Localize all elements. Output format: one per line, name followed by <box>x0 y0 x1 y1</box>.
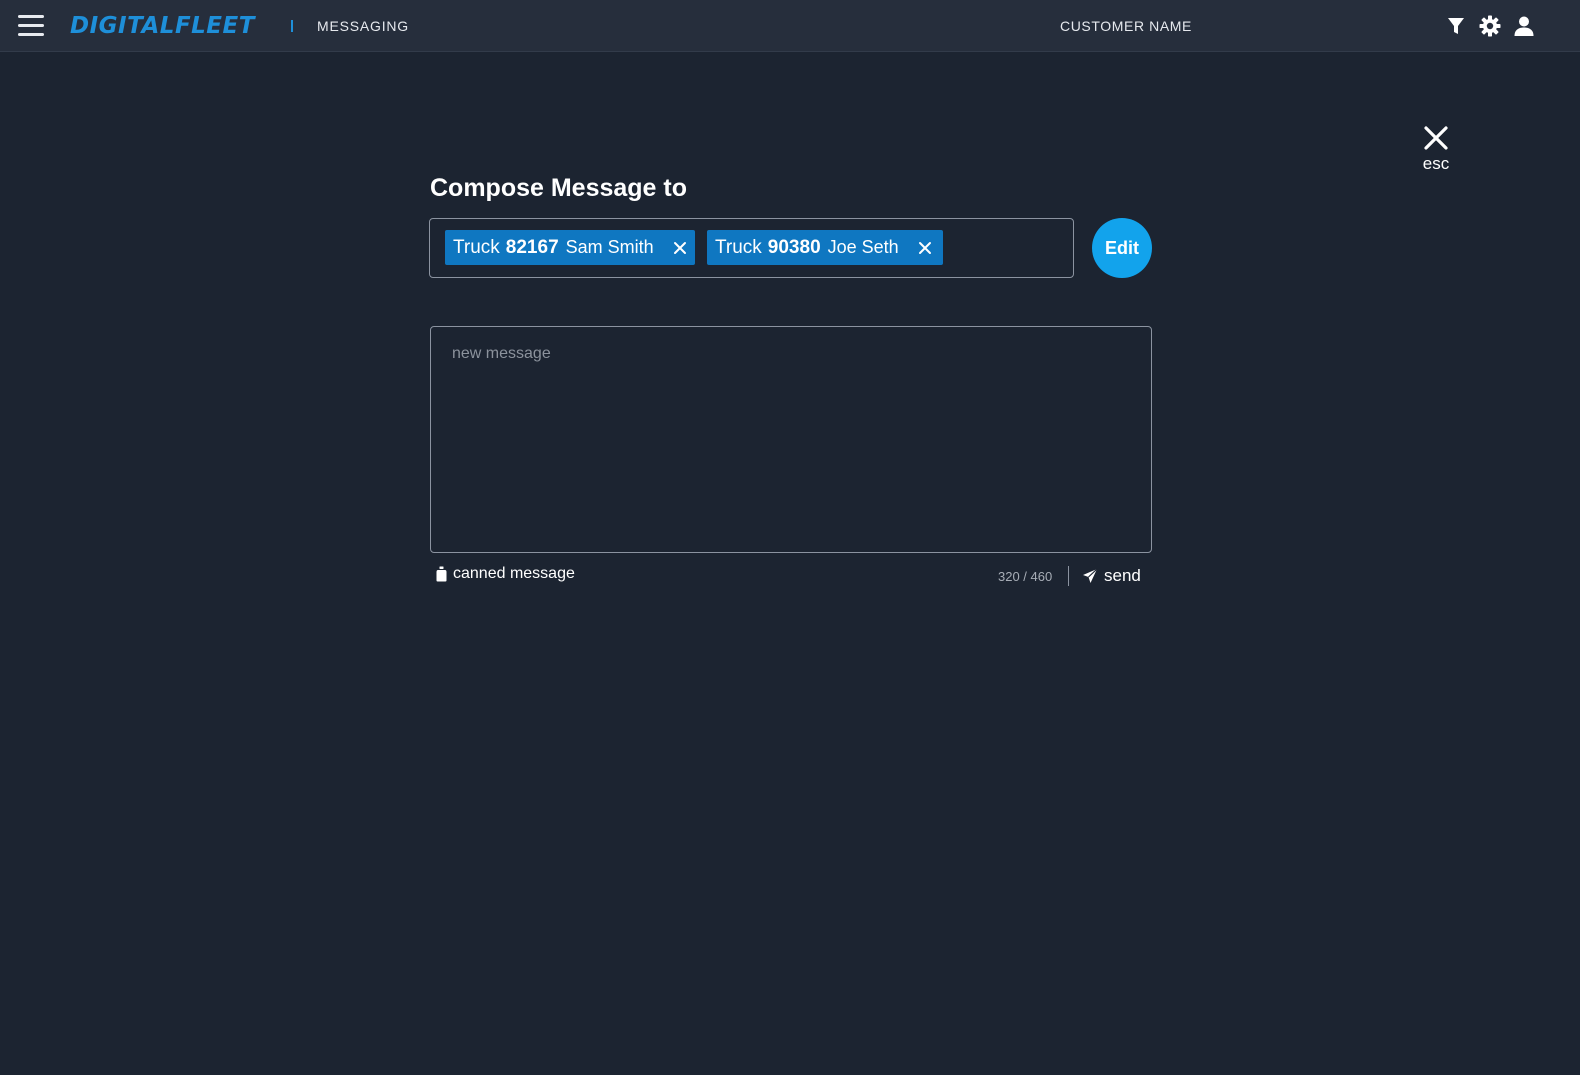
footer-divider <box>1068 566 1069 586</box>
message-input[interactable] <box>430 326 1152 553</box>
recipient-driver: Joe Seth <box>827 237 899 257</box>
recipients-field[interactable]: Truck 82167 Sam Smith Truck 90380 Joe Se… <box>429 218 1074 278</box>
remove-recipient-button[interactable] <box>911 230 939 265</box>
filter-icon[interactable] <box>1444 14 1468 38</box>
recipient-chip: Truck 90380 Joe Seth <box>707 230 943 265</box>
brand-logo: DIGITALFLEET <box>70 13 255 39</box>
send-button[interactable]: send <box>1082 566 1141 586</box>
edit-recipients-button[interactable]: Edit <box>1092 218 1152 278</box>
send-icon <box>1083 568 1098 583</box>
user-icon[interactable] <box>1512 14 1536 38</box>
recipient-chip: Truck 82167 Sam Smith <box>445 230 695 265</box>
close-icon <box>918 241 931 254</box>
gear-icon[interactable] <box>1478 14 1502 38</box>
section-title: MESSAGING <box>317 18 409 34</box>
recipient-prefix: Truck <box>715 236 762 258</box>
canned-message-button[interactable]: canned message <box>436 565 575 583</box>
character-counter: 320 / 460 <box>998 569 1053 584</box>
canned-message-icon <box>436 566 447 582</box>
esc-label: esc <box>1422 154 1450 173</box>
recipient-driver: Sam Smith <box>565 237 654 257</box>
top-bar: DIGITALFLEET MESSAGING CUSTOMER NAME <box>0 0 1580 52</box>
recipient-prefix: Truck <box>453 236 500 258</box>
send-label: send <box>1104 566 1141 585</box>
menu-icon[interactable] <box>18 15 44 37</box>
recipient-truck-number: 82167 <box>505 236 559 258</box>
recipient-truck-number: 90380 <box>767 236 821 258</box>
close-icon <box>673 241 686 254</box>
canned-message-label: canned message <box>453 565 575 582</box>
remove-recipient-button[interactable] <box>666 230 694 265</box>
customer-name[interactable]: CUSTOMER NAME <box>1060 18 1192 34</box>
brand-divider <box>291 20 293 32</box>
close-icon <box>1424 126 1448 150</box>
compose-title: Compose Message to <box>430 174 688 202</box>
close-button[interactable]: esc <box>1414 124 1458 173</box>
